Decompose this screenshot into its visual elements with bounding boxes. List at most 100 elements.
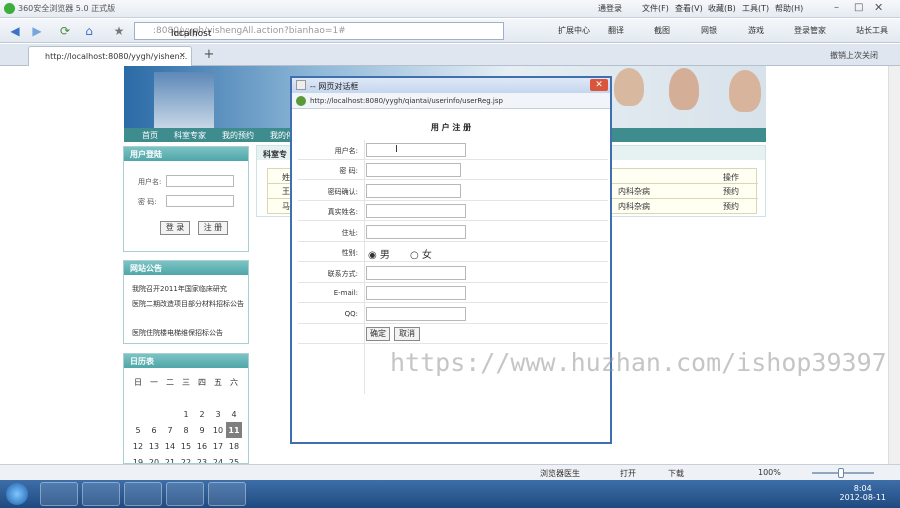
calendar-day-today[interactable]: 11 xyxy=(226,422,242,438)
calendar-day[interactable]: 9 xyxy=(194,422,210,438)
menu-help[interactable]: 帮助(H) xyxy=(775,3,803,14)
nav-experts[interactable]: 科室专家 xyxy=(174,130,206,141)
login-password-input[interactable] xyxy=(166,195,234,207)
start-button[interactable] xyxy=(6,483,28,505)
status-open[interactable]: 打开 xyxy=(620,468,636,479)
tab-current[interactable]: http://localhost:8080/yygh/yishen... ✕ xyxy=(28,46,192,66)
notice-item[interactable]: 医院二期改造项目部分材料招标公告 xyxy=(132,298,244,311)
calendar-day[interactable]: 21 xyxy=(162,454,178,464)
taskbar-app-ie[interactable] xyxy=(82,482,120,506)
cancel-button[interactable]: 取消 xyxy=(394,327,420,341)
forward-icon[interactable]: ▶ xyxy=(28,22,46,40)
tool-games[interactable]: 游戏 xyxy=(748,25,764,36)
notice-panel-title: 网站公告 xyxy=(124,261,248,275)
favorite-star-icon[interactable]: ★ xyxy=(110,22,128,40)
menu-login[interactable]: 通登录 xyxy=(598,3,622,14)
calendar-day[interactable]: 25 xyxy=(226,454,242,464)
login-panel: 用户登陆 用户名: 密 码: 登 录 注 册 xyxy=(123,146,249,252)
calendar-day[interactable]: 2 xyxy=(194,406,210,422)
calendar-panel: 日历表 日 一 二 三 四 五 六 1 2 3 4 5 6 7 8 9 10 1… xyxy=(123,353,249,464)
calendar-day[interactable]: 18 xyxy=(226,438,242,454)
tab-close-icon[interactable]: ✕ xyxy=(179,51,186,60)
calendar-day[interactable]: 12 xyxy=(130,438,146,454)
submit-button[interactable]: 确定 xyxy=(366,327,390,341)
password-label: 密 码: xyxy=(339,167,358,175)
doctor-row-book-link[interactable]: 预约 xyxy=(723,186,739,197)
tool-webmaster[interactable]: 站长工具 xyxy=(856,25,888,36)
status-browser-doctor[interactable]: 浏览器医生 xyxy=(540,468,580,479)
new-tab-icon[interactable]: + xyxy=(200,47,218,63)
calendar-title: 日历表 xyxy=(124,354,248,368)
calendar-day[interactable]: 22 xyxy=(178,454,194,464)
page-scrollbar[interactable] xyxy=(888,66,900,464)
doctor-row-book-link[interactable]: 预约 xyxy=(723,201,739,212)
qq-input[interactable] xyxy=(366,307,466,321)
back-icon[interactable]: ◀ xyxy=(6,22,24,40)
calendar-day[interactable]: 15 xyxy=(178,438,194,454)
calendar-day[interactable]: 14 xyxy=(162,438,178,454)
taskbar-app-media[interactable] xyxy=(166,482,204,506)
maximize-icon[interactable]: □ xyxy=(854,2,863,13)
gender-male-radio[interactable]: ◉ 男 xyxy=(368,246,390,261)
tool-screenshot[interactable]: 截图 xyxy=(654,25,670,36)
calendar-day[interactable]: 5 xyxy=(130,422,146,438)
login-username-input[interactable] xyxy=(166,175,234,187)
nav-my-appointments[interactable]: 我的预约 xyxy=(222,130,254,141)
menu-favorites[interactable]: 收藏(B) xyxy=(708,3,736,14)
calendar-day[interactable]: 6 xyxy=(146,422,162,438)
calendar-day[interactable]: 23 xyxy=(194,454,210,464)
undo-close-tab[interactable]: 撤销上次关闭 xyxy=(830,50,878,61)
phone-input[interactable] xyxy=(366,266,466,280)
tool-translate[interactable]: 翻译 xyxy=(608,25,624,36)
nav-home[interactable]: 首页 xyxy=(142,130,158,141)
taskbar-app-recorder[interactable] xyxy=(124,482,162,506)
realname-input[interactable] xyxy=(366,204,466,218)
calendar-day[interactable]: 24 xyxy=(210,454,226,464)
status-zoom[interactable]: 100% xyxy=(758,468,781,477)
calendar-day[interactable]: 1 xyxy=(178,406,194,422)
register-link-button[interactable]: 注 册 xyxy=(198,221,228,235)
notice-item[interactable]: 医院住院楼电梯维保招标公告 xyxy=(132,327,244,340)
tool-bank[interactable]: 网银 xyxy=(701,25,717,36)
dialog-close-icon[interactable]: ✕ xyxy=(590,79,608,91)
notice-item[interactable]: 我院召开2011年国家临床研究 xyxy=(132,283,244,296)
menu-view[interactable]: 查看(V) xyxy=(675,3,703,14)
text-cursor-icon: I xyxy=(395,144,398,155)
username-input[interactable]: I xyxy=(366,143,466,157)
calendar-day[interactable]: 13 xyxy=(146,438,162,454)
windows-taskbar: 8:04 2012-08-11 xyxy=(0,480,900,508)
calendar-day[interactable]: 10 xyxy=(210,422,226,438)
url-input[interactable]: http://localhost:8080/yygh/yishengAll.ac… xyxy=(134,22,504,40)
doctor-photo xyxy=(614,68,644,106)
close-icon[interactable]: ✕ xyxy=(874,1,883,14)
calendar-day[interactable]: 16 xyxy=(194,438,210,454)
calendar-day[interactable]: 4 xyxy=(226,406,242,422)
password-confirm-input[interactable] xyxy=(366,184,461,198)
minimize-icon[interactable]: – xyxy=(834,2,839,13)
gender-female-radio[interactable]: ○ 女 xyxy=(410,246,432,261)
weekday: 六 xyxy=(230,377,238,387)
browser-logo-icon xyxy=(4,3,15,14)
password-input[interactable] xyxy=(366,163,461,177)
home-icon[interactable]: ⌂ xyxy=(80,22,98,40)
notice-panel: 网站公告 我院召开2011年国家临床研究 医院二期改造项目部分材料招标公告 医院… xyxy=(123,260,249,344)
calendar-day[interactable]: 7 xyxy=(162,422,178,438)
calendar-day[interactable]: 8 xyxy=(178,422,194,438)
calendar-day[interactable]: 3 xyxy=(210,406,226,422)
menu-file[interactable]: 文件(F) xyxy=(642,3,669,14)
login-button[interactable]: 登 录 xyxy=(160,221,190,235)
tool-login-manager[interactable]: 登录管家 xyxy=(794,25,826,36)
refresh-icon[interactable]: ⟳ xyxy=(56,22,74,40)
status-download[interactable]: 下载 xyxy=(668,468,684,479)
taskbar-app-360browser[interactable] xyxy=(40,482,78,506)
email-input[interactable] xyxy=(366,286,466,300)
menu-tools[interactable]: 工具(T) xyxy=(742,3,769,14)
status-bar: 浏览器医生 打开 下载 100% xyxy=(0,464,900,480)
calendar-day[interactable]: 19 xyxy=(130,454,146,464)
address-input[interactable] xyxy=(366,225,466,239)
tool-extensions[interactable]: 扩展中心 xyxy=(558,25,590,36)
calendar-day[interactable]: 20 xyxy=(146,454,162,464)
taskbar-app-folder[interactable] xyxy=(208,482,246,506)
zoom-slider-handle[interactable] xyxy=(838,468,844,478)
calendar-day[interactable]: 17 xyxy=(210,438,226,454)
